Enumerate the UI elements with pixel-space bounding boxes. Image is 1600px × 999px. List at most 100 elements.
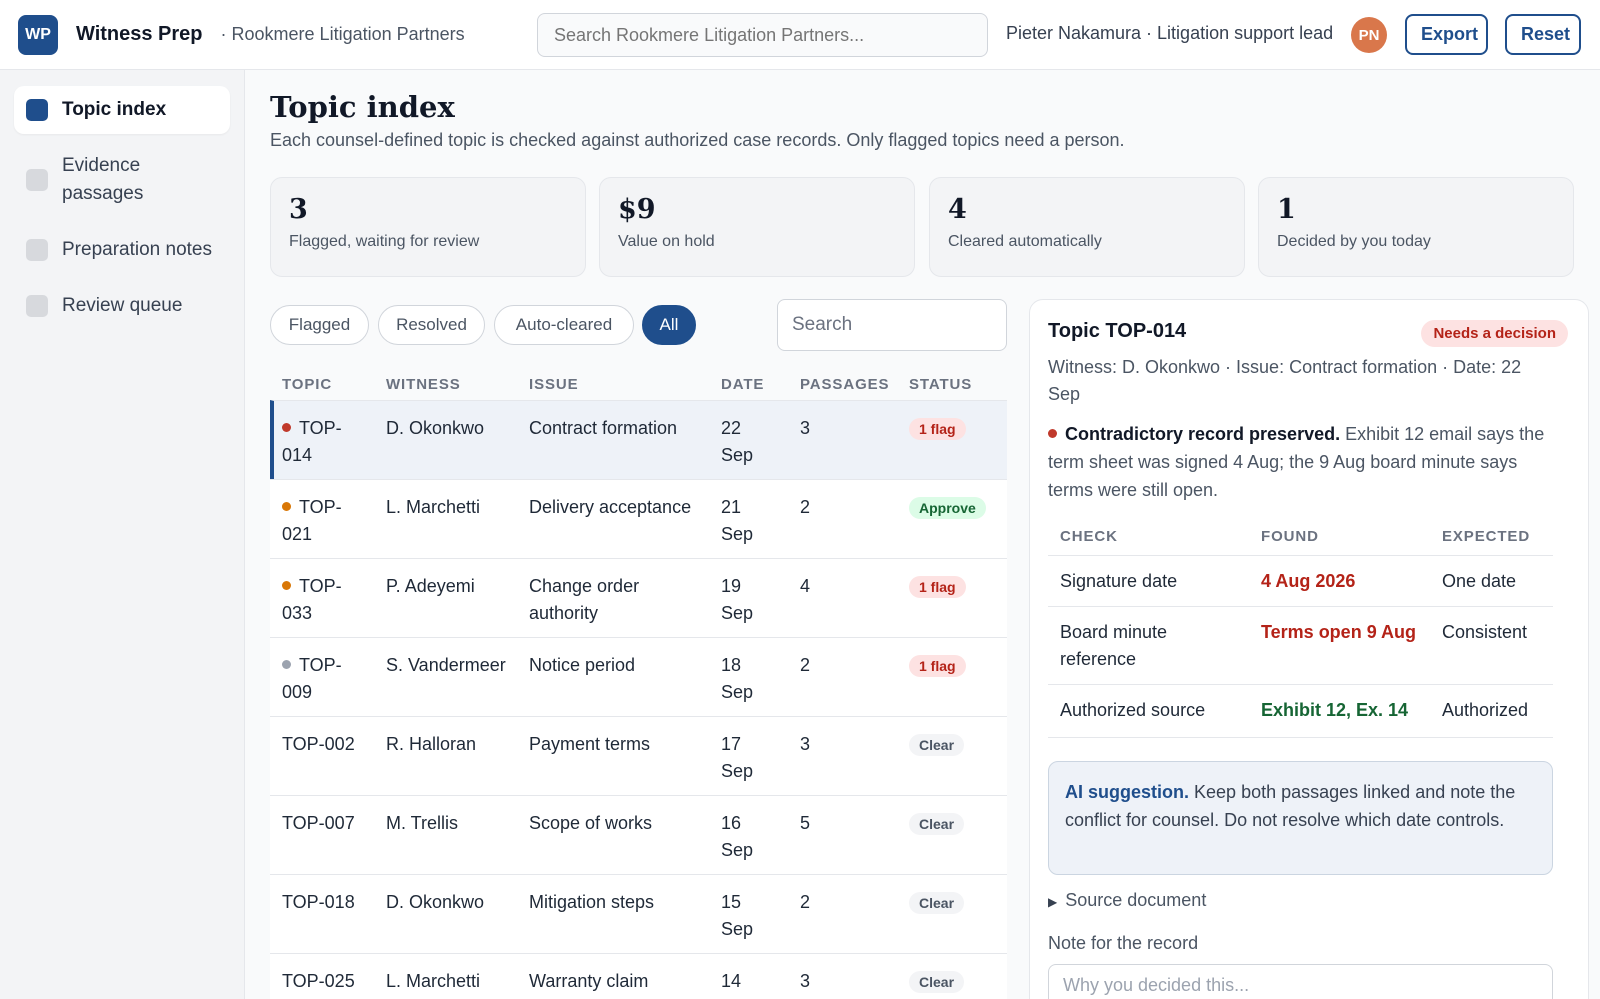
cell-passages: 5 (800, 813, 811, 833)
alert-title: Contradictory record preserved. (1065, 424, 1341, 444)
cell-witness-wrap: P. Adeyemi (386, 573, 506, 600)
cell-issue: Mitigation steps (529, 892, 655, 912)
check-found: Exhibit 12, Ex. 14 (1261, 700, 1409, 720)
reset-button[interactable]: Reset (1505, 14, 1581, 55)
check-expected: Authorized (1442, 700, 1529, 720)
cell-witness-wrap: S. Vandermeer (386, 652, 506, 679)
cell-topic-wrap: TOP-025 (282, 968, 362, 995)
table-row[interactable]: TOP-009 S. Vandermeer Notice period 18 Sep 2… (270, 637, 1007, 716)
col-header-topic: TOPIC (282, 376, 333, 393)
sidebar-item-evidence-passages[interactable]: Evidence passages (14, 142, 230, 218)
cell-topic: TOP-033 (282, 576, 342, 623)
cell-witness: M. Trellis (386, 813, 458, 833)
sidebar-item-topic-index[interactable]: Topic index (14, 86, 230, 134)
cell-issue: Notice period (529, 655, 636, 675)
col-header-expected: EXPECTED (1442, 528, 1531, 545)
org-name: · Rookmere Litigation Partners (220, 24, 465, 44)
topic-table: TOPIC WITNESS ISSUE DATE PASSAGES STATUS… (270, 360, 1007, 999)
status-dot-icon (282, 501, 291, 511)
cell-topic: TOP-009 (282, 655, 342, 702)
cell-topic: TOP-014 (282, 418, 342, 465)
cell-witness: L. Marchetti (386, 971, 481, 991)
status-badge: Approve (909, 497, 986, 519)
status-badge: Clear (909, 813, 965, 835)
avatar[interactable]: PN (1351, 17, 1387, 53)
cell-witness-wrap: M. Trellis (386, 810, 506, 837)
table-search-input[interactable] (777, 299, 1007, 351)
cell-topic-wrap: TOP-014 (282, 415, 362, 469)
top-header: WP Witness Prep · Rookmere Litigation Pa… (0, 0, 1600, 70)
table-row[interactable]: TOP-033 P. Adeyemi Change order authority 1… (270, 558, 1007, 637)
cell-issue-wrap: Delivery acceptance (529, 494, 704, 521)
filter-flagged[interactable]: Flagged (270, 305, 369, 345)
stat-label: Value on hold (618, 233, 715, 250)
ai-label: AI suggestion. (1065, 782, 1190, 802)
sidebar-item-review-queue[interactable]: Review queue (14, 282, 230, 330)
sidebar-item-label: Topic index (62, 99, 167, 120)
ai-suggestion: AI suggestion. Keep both passages linked… (1048, 761, 1553, 875)
cell-issue: Warranty claim (529, 971, 649, 991)
cell-passages-wrap: 2 (800, 494, 860, 521)
note-input[interactable] (1048, 964, 1553, 999)
cell-witness: D. Okonkwo (386, 418, 485, 438)
cell-topic: TOP-002 (282, 734, 355, 754)
filter-auto-cleared[interactable]: Auto-cleared (494, 305, 634, 345)
cell-topic: TOP-025 (282, 971, 355, 991)
stat-value: 3 (289, 194, 308, 225)
cell-issue-wrap: Mitigation steps (529, 889, 704, 916)
table-row[interactable]: TOP-014 D. Okonkwo Contract formation 22 Se… (270, 400, 1007, 479)
cell-passages-wrap: 2 (800, 652, 860, 679)
detail-alert: Contradictory record preserved. Exhibit … (1048, 420, 1558, 504)
table-row[interactable]: TOP-002 R. Halloran Payment terms 17 Sep 3 Cl… (270, 716, 1007, 795)
page-title: Topic index (270, 90, 455, 124)
table-row[interactable]: TOP-007 M. Trellis Scope of works 16 Sep 5 Cl… (270, 795, 1007, 874)
cell-witness: S. Vandermeer (386, 655, 506, 675)
app-logo: WP (18, 14, 58, 55)
col-header-passages: PASSAGES (800, 376, 890, 393)
export-button[interactable]: Export (1405, 14, 1488, 55)
cell-issue: Change order authority (529, 576, 640, 623)
app-name: Witness Prep (76, 23, 203, 45)
check-table-header: CHECK FOUND EXPECTED (1048, 514, 1553, 556)
cell-issue-wrap: Contract formation (529, 415, 704, 442)
sidebar-item-preparation-notes[interactable]: Preparation notes (14, 226, 230, 274)
stat-label: Decided by you today (1277, 233, 1431, 250)
cell-passages: 4 (800, 576, 811, 596)
check-found: 4 Aug 2026 (1261, 571, 1356, 591)
table-row[interactable]: TOP-025 L. Marchetti Warranty claim 14 Sep 3… (270, 953, 1007, 999)
col-header-issue: ISSUE (529, 376, 579, 393)
cell-passages-wrap: 2 (800, 889, 860, 916)
cell-passages-wrap: 3 (800, 731, 860, 758)
stat-label: Flagged, waiting for review (289, 233, 480, 250)
table-row[interactable]: TOP-018 D. Okonkwo Mitigation steps 15 Sep 2… (270, 874, 1007, 953)
filter-all[interactable]: All (642, 305, 696, 345)
table-row[interactable]: TOP-021 L. Marchetti Delivery acceptance 21… (270, 479, 1007, 558)
table-header: TOPIC WITNESS ISSUE DATE PASSAGES STATUS (270, 360, 1007, 400)
sidebar-item-label: Review queue (62, 295, 183, 316)
cell-passages: 3 (800, 971, 811, 991)
main-content: Topic index Each counsel-defined topic i… (245, 70, 1600, 999)
source-document-toggle[interactable]: ▶ Source document (1048, 890, 1206, 911)
cell-date: 17 Sep (721, 734, 754, 781)
cell-issue: Contract formation (529, 418, 678, 438)
user-name: Pieter Nakamura · Litigation support lea… (1006, 23, 1334, 43)
check-row: Board minute reference Terms open 9 Aug … (1048, 607, 1553, 685)
status-badge: Clear (909, 971, 965, 993)
col-header-status: STATUS (909, 376, 973, 393)
status-badge: 1 flag (909, 418, 966, 440)
global-search-input[interactable] (537, 13, 988, 57)
stat-value: $9 (618, 194, 656, 225)
evidence-passages-icon (26, 169, 48, 191)
col-header-check: CHECK (1060, 528, 1118, 545)
cell-topic: TOP-007 (282, 813, 355, 833)
cell-date-wrap: 15 Sep (721, 889, 776, 943)
filter-resolved[interactable]: Resolved (378, 305, 485, 345)
cell-topic: TOP-021 (282, 497, 342, 544)
cell-passages: 2 (800, 655, 811, 675)
cell-issue: Scope of works (529, 813, 653, 833)
cell-date-wrap: 22 Sep (721, 415, 776, 469)
cell-issue-wrap: Scope of works (529, 810, 704, 837)
cell-topic-wrap: TOP-033 (282, 573, 362, 627)
cell-issue: Payment terms (529, 734, 651, 754)
check-table: CHECK FOUND EXPECTED Signature date 4 Au… (1048, 514, 1553, 738)
